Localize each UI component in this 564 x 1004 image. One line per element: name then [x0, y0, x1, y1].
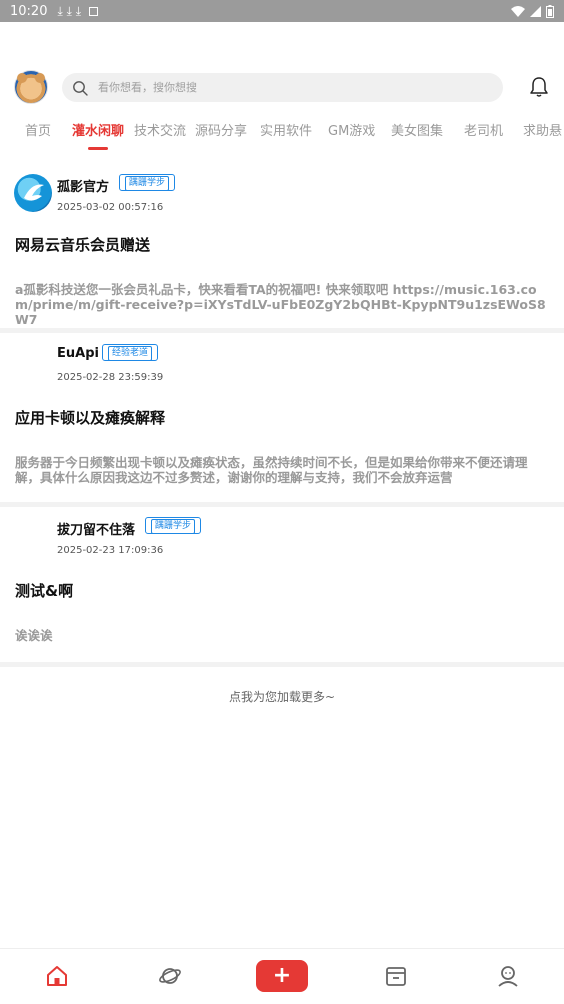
- tab-help[interactable]: 求助悬: [523, 118, 562, 148]
- tab-software[interactable]: 实用软件: [260, 118, 312, 148]
- divider: [0, 328, 564, 333]
- wifi-icon: [511, 5, 525, 17]
- post-time: 2025-02-23 17:09:36: [57, 545, 164, 556]
- post-title[interactable]: 应用卡顿以及瘫痪解释: [15, 407, 165, 428]
- battery-icon: [546, 4, 554, 18]
- author-name[interactable]: 孤影官方: [57, 176, 109, 195]
- signal-icon: [530, 5, 541, 17]
- tab-veteran[interactable]: 老司机: [464, 118, 503, 148]
- bell-icon[interactable]: [528, 76, 550, 98]
- author-name[interactable]: 拔刀留不住落: [57, 519, 135, 538]
- author-avatar[interactable]: [14, 344, 52, 382]
- status-bar: 10:20 ⤓ ⤓ ⤓: [0, 0, 564, 22]
- search-icon: [73, 80, 88, 96]
- user-level-badge: 蹒跚学步: [119, 174, 176, 191]
- post-title[interactable]: 网易云音乐会员赠送: [15, 234, 150, 255]
- tab-chat[interactable]: 灌水闲聊: [72, 118, 124, 150]
- divider: [0, 662, 564, 667]
- post-item[interactable]: 拔刀留不住落 蹒跚学步 2025-02-23 17:09:36 测试&啊 诶诶诶: [0, 517, 564, 657]
- tab-tech[interactable]: 技术交流: [134, 118, 186, 148]
- category-tabs: 首页 灌水闲聊 技术交流 源码分享 实用软件 GM游戏 美女图集 老司机 求助悬: [0, 118, 564, 152]
- home-icon[interactable]: [45, 964, 69, 988]
- tab-source-code[interactable]: 源码分享: [195, 118, 247, 148]
- divider: [0, 502, 564, 507]
- author-name[interactable]: EuApi: [57, 346, 99, 361]
- post-body[interactable]: a孤影科技送您一张会员礼品卡，快来看看TA的祝福吧! 快来领取吧 https:/…: [15, 282, 549, 327]
- search-input[interactable]: [98, 81, 398, 94]
- download-icons: ⤓ ⤓ ⤓: [57, 3, 82, 18]
- active-tab-indicator: [88, 147, 108, 150]
- user-level-badge: 经验老道: [102, 344, 159, 361]
- bottom-nav: +: [0, 948, 564, 1004]
- top-header: [0, 66, 564, 110]
- load-more-button[interactable]: 点我为您加载更多~: [0, 688, 564, 705]
- post-time: 2025-03-02 00:57:16: [57, 202, 164, 213]
- profile-icon[interactable]: [496, 964, 520, 988]
- planet-icon[interactable]: [158, 964, 182, 988]
- post-item[interactable]: EuApi 经验老道 2025-02-28 23:59:39 应用卡顿以及瘫痪解…: [0, 344, 564, 494]
- author-avatar[interactable]: [14, 174, 52, 212]
- post-body[interactable]: 服务器于今日频繁出现卡顿以及瘫痪状态，虽然持续时间不长，但是如果给你带来不便还请…: [15, 455, 549, 485]
- tab-gallery[interactable]: 美女图集: [391, 118, 443, 148]
- tab-home[interactable]: 首页: [25, 118, 51, 148]
- notification-icon: [89, 6, 99, 16]
- user-avatar[interactable]: [14, 70, 48, 104]
- tab-gm-games[interactable]: GM游戏: [328, 118, 375, 148]
- post-item[interactable]: 孤影官方 蹒跚学步 2025-03-02 00:57:16 网易云音乐会员赠送 …: [0, 174, 564, 327]
- search-bar[interactable]: [62, 73, 503, 102]
- user-level-badge: 蹒跚学步: [145, 517, 202, 534]
- create-post-button[interactable]: +: [256, 960, 308, 992]
- store-icon[interactable]: [384, 964, 408, 988]
- status-time: 10:20: [10, 3, 48, 19]
- author-avatar[interactable]: [14, 517, 52, 555]
- post-title[interactable]: 测试&啊: [15, 580, 73, 601]
- post-time: 2025-02-28 23:59:39: [57, 372, 164, 383]
- post-body[interactable]: 诶诶诶: [15, 628, 549, 643]
